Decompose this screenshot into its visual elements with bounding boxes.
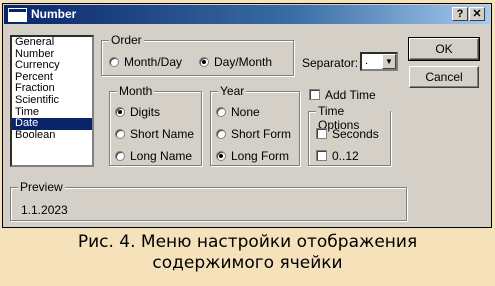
page-frame: Number ? ✕ General Number Currency Perce…: [0, 0, 495, 286]
preview-group: Preview 1.1.2023: [10, 180, 407, 221]
dialog-title: Number: [31, 7, 77, 21]
month-short-name-radio[interactable]: Short Name: [115, 127, 194, 141]
month-digits-radio[interactable]: Digits: [115, 105, 160, 119]
radio-selected-icon: [199, 57, 209, 67]
radio-selected-icon: [216, 151, 226, 161]
ok-button[interactable]: OK: [408, 37, 480, 61]
category-listbox[interactable]: General Number Currency Percent Fraction…: [10, 35, 94, 167]
window-icon: [8, 8, 27, 22]
cancel-button[interactable]: Cancel: [409, 66, 479, 88]
radio-icon: [216, 107, 226, 117]
list-item-general[interactable]: General: [12, 36, 92, 49]
close-button[interactable]: ✕: [469, 7, 485, 21]
checkbox-icon: [316, 128, 327, 139]
order-day-month-radio[interactable]: Day/Month: [199, 55, 272, 69]
help-button[interactable]: ?: [452, 7, 468, 21]
separator-dropdown[interactable]: . ▼: [360, 52, 398, 71]
checkbox-icon: [316, 150, 327, 161]
year-long-form-radio[interactable]: Long Form: [216, 149, 289, 163]
radio-selected-icon: [115, 107, 125, 117]
figure-caption: Рис. 4. Меню настройки отображения содер…: [0, 232, 495, 274]
separator-value: .: [365, 55, 369, 67]
list-item-date[interactable]: Date: [12, 118, 92, 130]
radio-icon: [109, 57, 119, 67]
number-format-dialog: Number ? ✕ General Number Currency Perce…: [2, 3, 492, 228]
radio-icon: [216, 129, 226, 139]
preview-value: 1.1.2023: [21, 203, 68, 217]
add-time-checkbox[interactable]: Add Time: [309, 88, 376, 102]
caption-line-2: содержимого ячейки: [152, 253, 343, 273]
list-item-boolean[interactable]: Boolean: [12, 129, 92, 142]
order-month-day-radio[interactable]: Month/Day: [109, 55, 182, 69]
radio-icon: [115, 151, 125, 161]
title-bar: Number ? ✕: [4, 5, 490, 24]
radio-icon: [115, 129, 125, 139]
chevron-down-icon[interactable]: ▼: [382, 54, 396, 69]
zero-twelve-checkbox[interactable]: 0..12: [316, 149, 359, 163]
preview-group-label: Preview: [18, 180, 65, 194]
year-none-radio[interactable]: None: [216, 105, 260, 119]
month-group-label: Month: [117, 84, 155, 98]
seconds-checkbox[interactable]: Seconds: [316, 127, 379, 141]
caption-line-1: Рис. 4. Меню настройки отображения: [77, 232, 418, 252]
month-long-name-radio[interactable]: Long Name: [115, 149, 192, 163]
order-group-label: Order: [109, 33, 144, 47]
year-group-label: Year: [218, 84, 247, 98]
checkbox-icon: [309, 89, 320, 100]
separator-label: Separator:: [302, 56, 359, 70]
list-item-scientific[interactable]: Scientific: [12, 94, 92, 107]
year-short-form-radio[interactable]: Short Form: [216, 127, 291, 141]
